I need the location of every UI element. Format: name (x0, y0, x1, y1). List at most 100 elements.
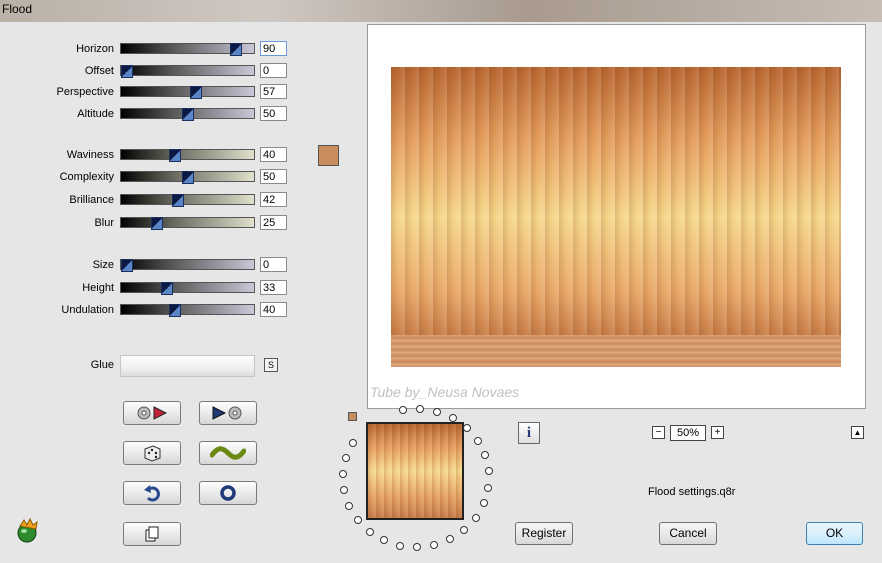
ok-button[interactable]: OK (806, 522, 863, 545)
dial-dot[interactable] (349, 438, 358, 447)
slider-thumb[interactable] (229, 43, 242, 56)
dice-icon (144, 445, 161, 462)
color-swatch[interactable] (318, 145, 339, 166)
slider-thumb[interactable] (181, 171, 194, 184)
height-track[interactable] (120, 282, 255, 295)
brilliance-value-field[interactable]: 42 (260, 192, 287, 207)
dial-dot[interactable] (339, 469, 348, 478)
copy-pages-icon (145, 526, 159, 542)
dial-dot[interactable] (416, 404, 425, 413)
slider-label: Blur (94, 217, 114, 229)
preview-panel[interactable] (367, 24, 866, 409)
dial-dot[interactable] (340, 486, 349, 495)
dial-dot[interactable] (396, 541, 405, 550)
slider-label: Offset (84, 65, 114, 77)
play-disc-button[interactable] (199, 401, 257, 425)
thumbnail-color-square[interactable] (348, 412, 357, 421)
offset-track[interactable] (120, 65, 255, 78)
slider-label: Altitude (77, 108, 114, 120)
dial-dot[interactable] (413, 543, 422, 552)
zoom-in-button[interactable]: + (711, 426, 724, 439)
glue-label: Glue (90, 359, 114, 371)
dial-dot[interactable] (446, 535, 455, 544)
copy-button[interactable] (123, 522, 181, 546)
undo-button[interactable] (123, 481, 181, 505)
dial-dot[interactable] (399, 405, 408, 414)
wave-button[interactable] (199, 441, 257, 465)
zoom-level: 50% (670, 425, 706, 441)
complexity-value-field[interactable]: 50 (260, 169, 287, 184)
dial-dot[interactable] (471, 513, 480, 522)
reset-button[interactable] (199, 481, 257, 505)
dial-dot[interactable] (342, 453, 351, 462)
register-button[interactable]: Register (515, 522, 573, 545)
random-button[interactable] (123, 441, 181, 465)
slider-thumb[interactable] (189, 86, 202, 99)
slider-thumb[interactable] (160, 282, 173, 295)
brilliance-track[interactable] (120, 194, 255, 207)
dial-dot[interactable] (365, 527, 374, 536)
perspective-value-field[interactable]: 57 (260, 84, 287, 99)
blur-track[interactable] (120, 217, 255, 230)
dial-dot[interactable] (379, 536, 388, 545)
cancel-button[interactable]: Cancel (659, 522, 717, 545)
randomize-forward-button[interactable] (123, 401, 181, 425)
ring-icon (220, 485, 236, 501)
slider-thumb[interactable] (171, 194, 184, 207)
preview-image[interactable] (391, 67, 841, 367)
dial-dot[interactable] (345, 501, 354, 510)
altitude-track[interactable] (120, 108, 255, 121)
undulation-value-field[interactable]: 40 (260, 302, 287, 317)
play-disc-icon (212, 406, 242, 420)
slider-label: Perspective (56, 86, 114, 98)
slider-label: Brilliance (69, 194, 114, 206)
window-title: Flood (2, 2, 33, 16)
slider-thumb[interactable] (121, 65, 133, 78)
undulation-track[interactable] (120, 304, 255, 317)
app-logo-icon (17, 518, 38, 543)
slider-thumb[interactable] (151, 217, 164, 230)
undo-arrow-icon (144, 485, 160, 502)
dial-dot[interactable] (473, 436, 482, 445)
slider-thumb[interactable] (181, 108, 194, 121)
dial-dot[interactable] (460, 525, 469, 534)
slider-label: Waviness (66, 149, 114, 161)
blur-value-field[interactable]: 25 (260, 215, 287, 230)
slider-label: Size (92, 259, 114, 271)
perspective-track[interactable] (120, 86, 255, 99)
height-value-field[interactable]: 33 (260, 280, 287, 295)
dial-dot[interactable] (484, 483, 493, 492)
waviness-track[interactable] (120, 149, 255, 162)
horizon-value-field[interactable]: 90 (260, 41, 287, 56)
dial-dot[interactable] (430, 541, 439, 550)
glue-toggle-button[interactable]: S (264, 358, 278, 372)
size-value-field[interactable]: 0 (260, 257, 287, 272)
waviness-value-field[interactable]: 40 (260, 147, 287, 162)
size-track[interactable] (120, 259, 255, 272)
water-reflection (391, 335, 841, 367)
watermark-text: Tube by_Neusa Novaes (370, 384, 520, 400)
zoom-out-button[interactable]: − (652, 426, 665, 439)
dial-dot[interactable] (433, 407, 442, 416)
dial-dot[interactable] (353, 515, 362, 524)
collapse-button[interactable]: ▲ (851, 426, 864, 439)
dial-dot[interactable] (479, 499, 488, 508)
slider-thumb[interactable] (169, 149, 182, 162)
slider-label: Horizon (76, 43, 114, 55)
horizon-track[interactable] (120, 43, 255, 56)
altitude-value-field[interactable]: 50 (260, 106, 287, 121)
wave-icon (210, 446, 246, 460)
slider-label: Complexity (59, 171, 114, 183)
complexity-track[interactable] (120, 171, 255, 184)
dial-dot[interactable] (481, 451, 490, 460)
slider-thumb[interactable] (169, 304, 182, 317)
settings-file-name: Flood settings.q8r (648, 486, 736, 498)
glue-slider[interactable] (120, 355, 255, 377)
offset-value-field[interactable]: 0 (260, 63, 287, 78)
slider-thumb[interactable] (121, 259, 133, 272)
title-bar: Flood (0, 0, 882, 22)
dial-dot[interactable] (484, 467, 493, 476)
preview-thumbnail[interactable] (366, 422, 464, 520)
dial-dot[interactable] (462, 424, 471, 433)
info-button[interactable]: i (518, 422, 540, 444)
